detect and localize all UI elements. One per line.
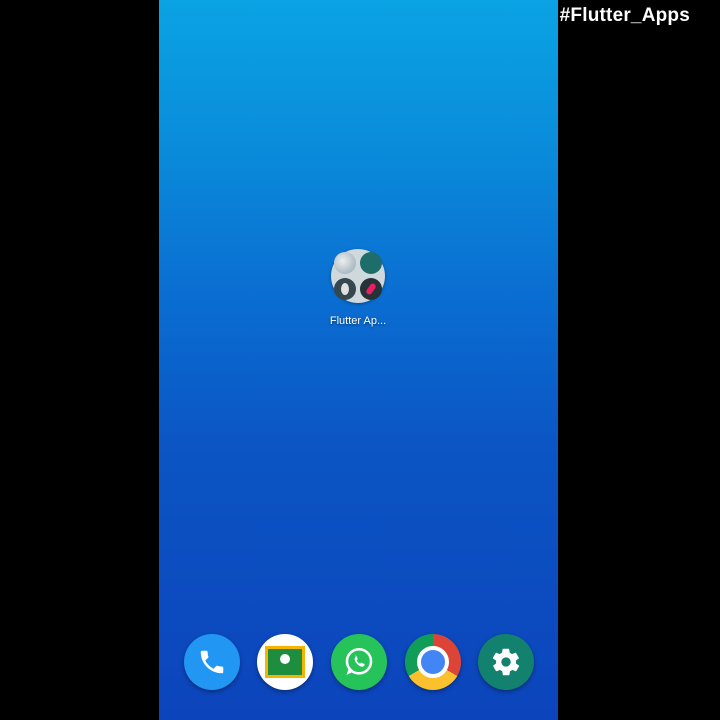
classroom-board-icon [265,646,305,678]
chrome-icon[interactable] [405,634,461,690]
video-frame: Flutter Ap... #Flutter_Apps [0,0,720,720]
app-thumbnail-3-icon [334,278,356,300]
folder-label: Flutter Ap... [329,315,387,327]
gear-icon[interactable] [478,634,534,690]
whatsapp-icon[interactable] [331,634,387,690]
classroom-icon[interactable] [257,634,313,690]
hashtag-overlay: #Flutter_Apps [559,5,690,26]
phone-home-screen: Flutter Ap... [159,0,558,720]
app-thumbnail-1-icon [334,252,356,274]
dock [159,634,558,694]
chrome-center-icon [417,646,449,678]
phone-glyph-icon [200,650,224,674]
app-thumbnail-2-icon [360,252,382,274]
app-folder-flutter-apps[interactable]: Flutter Ap... [322,249,394,327]
phone-icon[interactable] [184,634,240,690]
app-thumbnail-4-icon [360,278,382,300]
whatsapp-glyph-icon [345,647,373,676]
gear-glyph-icon [492,648,520,676]
folder-icon[interactable] [331,249,385,303]
